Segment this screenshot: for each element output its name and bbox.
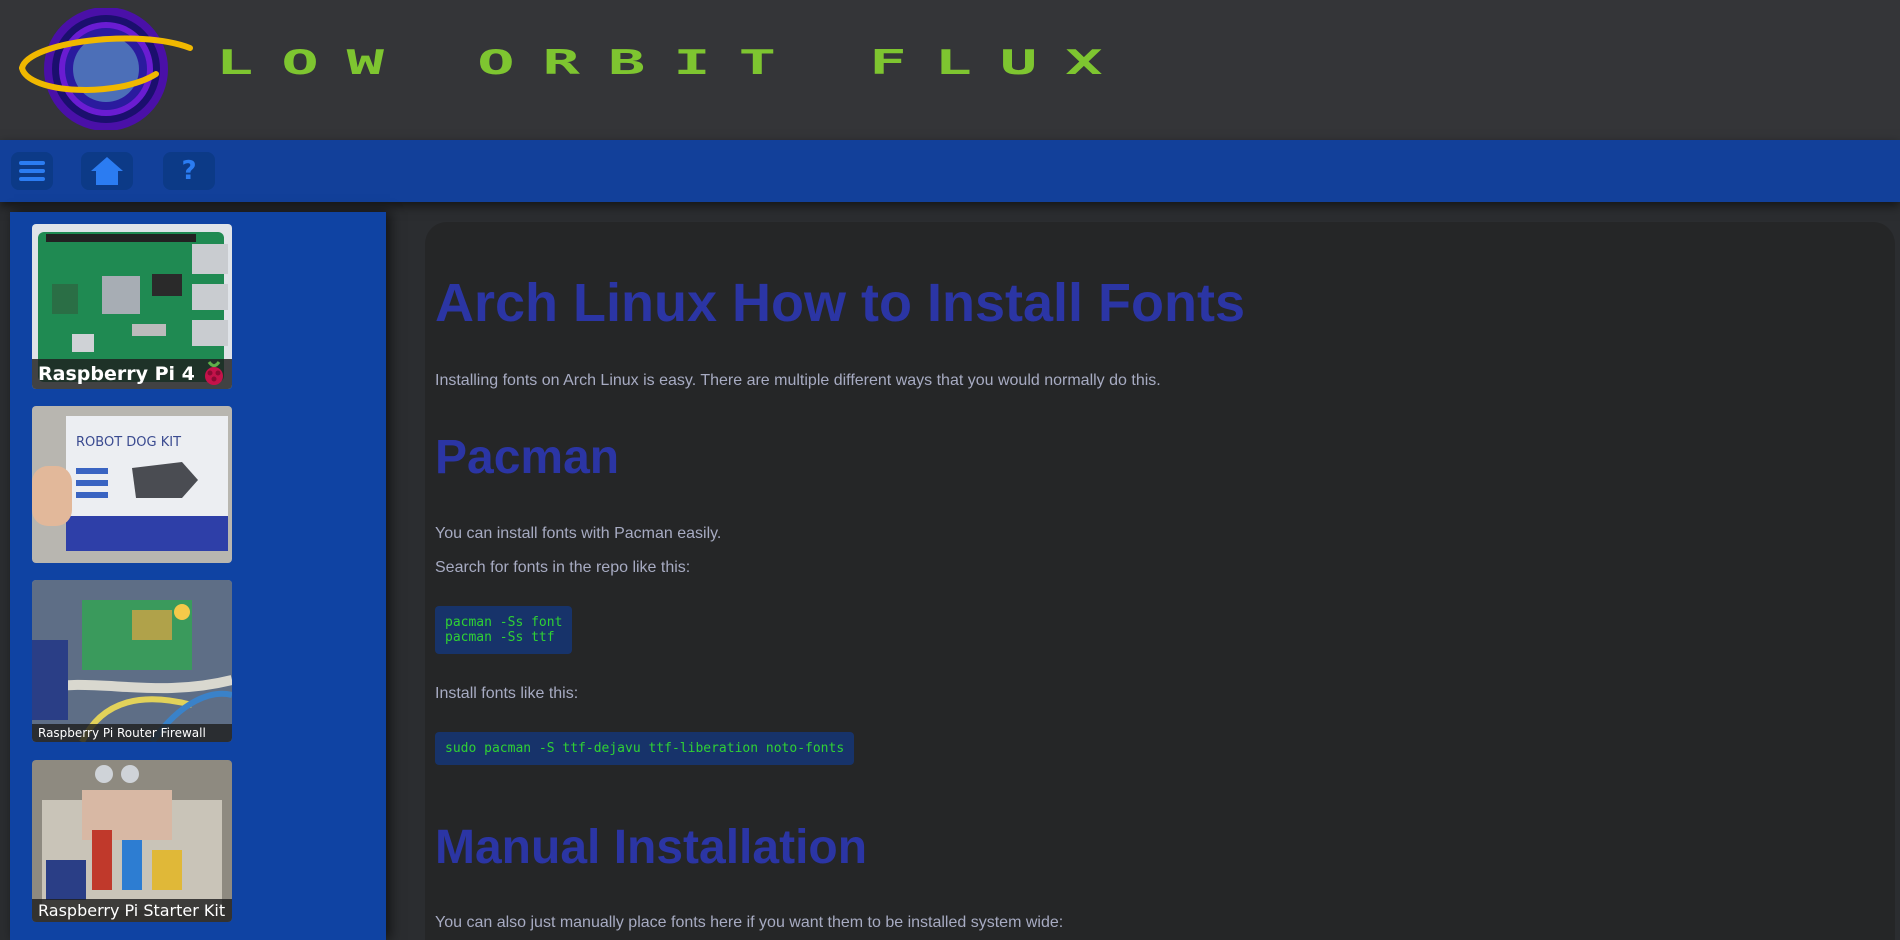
site-title[interactable]: Low Orbit Flux xyxy=(216,42,1131,82)
sidebar-card-robot-dog-kit[interactable]: ROBOT DOG KIT xyxy=(32,406,232,563)
home-icon xyxy=(91,157,123,185)
code-block-install[interactable]: sudo pacman -S ttf-dejavu ttf-liberation… xyxy=(435,732,855,765)
install-text: Install fonts like this: xyxy=(435,685,579,702)
page-title: Arch Linux How to Install Fonts xyxy=(435,273,1245,333)
site-header: Low Orbit Flux xyxy=(0,0,1900,140)
pacman-text: You can install fonts with Pacman easily… xyxy=(435,525,722,542)
raspberry-pi-starter-kit-image xyxy=(32,760,232,922)
card-label: Raspberry Pi Starter Kit xyxy=(32,899,232,922)
raspberry-logo-icon xyxy=(205,361,223,385)
search-text: Search for fonts in the repo like this: xyxy=(435,559,691,576)
nav-bar: ? xyxy=(0,140,1900,202)
sidebar: Raspberry Pi 4 ROBOT DOG KIT Raspberry P… xyxy=(10,212,386,940)
planet-logo-icon[interactable] xyxy=(18,8,194,130)
hamburger-icon xyxy=(19,161,45,181)
help-button[interactable]: ? xyxy=(163,152,215,190)
code-block-search[interactable]: pacman -Ss font pacman -Ss ttf xyxy=(435,606,573,654)
manual-text: You can also just manually place fonts h… xyxy=(435,914,1064,931)
home-button[interactable] xyxy=(81,152,133,190)
intro-text: Installing fonts on Arch Linux is easy. … xyxy=(435,372,1161,389)
sidebar-card-router-firewall[interactable]: Raspberry Pi Router Firewall xyxy=(32,580,232,742)
sidebar-card-raspberry-pi-4[interactable]: Raspberry Pi 4 xyxy=(32,224,232,389)
help-icon: ? xyxy=(181,156,197,186)
raspberry-pi-router-image xyxy=(32,580,232,742)
main-content: Arch Linux How to Install Fonts Installi… xyxy=(425,222,1895,940)
robot-dog-kit-image: ROBOT DOG KIT xyxy=(32,406,232,563)
section-heading-manual-installation: Manual Installation xyxy=(435,821,868,874)
card-label: Raspberry Pi Router Firewall xyxy=(32,724,232,742)
sidebar-card-starter-kit[interactable]: Raspberry Pi Starter Kit xyxy=(32,760,232,922)
section-heading-pacman: Pacman xyxy=(435,431,620,484)
menu-button[interactable] xyxy=(11,152,53,190)
svg-text:ROBOT DOG KIT: ROBOT DOG KIT xyxy=(76,435,181,450)
